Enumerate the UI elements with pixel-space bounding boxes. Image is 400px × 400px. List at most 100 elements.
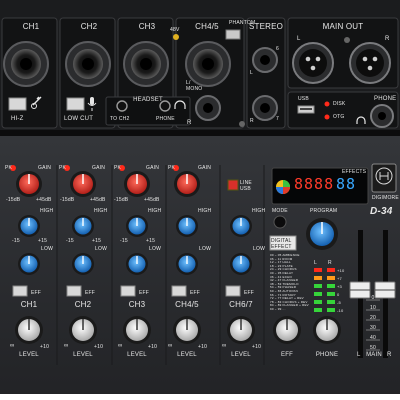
level-knob-ch45[interactable] [173,316,201,344]
gain-min-ch2: -15dB [60,197,75,203]
pk-label-ch2: PK [59,165,67,171]
main-out-left-xlr[interactable] [292,42,334,84]
high-label-ch45: HIGH [198,208,212,214]
hiz-label: HI-Z [11,116,24,122]
headset-label: HEADSET [133,97,163,103]
gain-label-ch45: GAIN [198,165,212,171]
level-max-ch67: +10 [252,344,262,350]
ch3-combo-jack[interactable] [123,41,169,87]
eff-label-ch3: EFF [139,290,150,296]
ch1-combo-jack[interactable] [3,41,49,87]
eq-min-ch2: -15 [66,238,74,244]
program-knob[interactable] [306,218,338,250]
phantom-switch[interactable] [225,29,241,40]
low-knob-ch3[interactable] [126,253,148,275]
effect-display-digits: 8888 [294,175,335,193]
ch2-combo-jack[interactable] [65,41,111,87]
phone-level-knob[interactable] [313,316,341,344]
eff-master-knob[interactable] [273,316,301,344]
pk-label-ch3: PK [114,165,122,171]
low-label-ch67: LOW [253,246,265,252]
low-knob-ch2[interactable] [72,253,94,275]
level-knob-ch67[interactable] [227,316,255,344]
eff-label-ch2: EFF [85,290,96,296]
ch1-label: CH1 [20,300,38,309]
level-max-ch2: +10 [94,344,104,350]
level-max-ch45: +10 [198,344,208,350]
main-out-left-label: L [297,36,301,42]
level-min-ch1: ∞ [10,343,15,349]
brand-mark: DIGIMORE [372,195,399,201]
low-label-ch1: LOW [41,246,53,252]
ch45-label: CH4/5 [175,300,199,309]
high-label-ch67: HIGH [252,208,266,214]
ch67-label: CH6/7 [229,300,253,309]
hiz-switch[interactable] [8,97,27,111]
eff-master-label: EFF [281,352,293,358]
level-max-ch3: +10 [148,344,158,350]
phone-out-jack[interactable] [370,104,394,128]
gain-knob-ch1[interactable] [16,171,42,197]
jack7-label: 7 [276,116,279,122]
program-label: PROGRAM [310,208,338,214]
eff-button-ch2[interactable] [66,285,82,297]
stereo-jack-6[interactable] [252,47,278,73]
volt-label: 48V [170,27,180,33]
usb-input-label: USB [240,186,251,192]
high-knob-ch1[interactable] [18,215,40,237]
level-knob-ch1[interactable] [15,316,43,344]
stereo-label: STEREO [248,22,284,31]
fader-scale-label: 10 [370,305,376,311]
usb-label: USB [298,96,309,102]
main-l-label: L [357,352,361,358]
l-mono-label: L/ MONO [186,80,203,92]
level-knob-ch3[interactable] [123,316,151,344]
meter-tick-label: -5 [337,300,341,305]
low-cut-switch[interactable] [66,97,85,111]
high-knob-ch2[interactable] [72,215,94,237]
eff-button-ch1[interactable] [12,285,28,297]
meter-tick-label: +7 [337,276,342,281]
high-knob-ch67[interactable] [230,215,252,237]
eq-max-ch3: +15 [146,238,156,244]
gain-label-ch2: GAIN [92,165,106,171]
line-usb-switch[interactable] [227,179,239,191]
level-min-ch3: ∞ [118,343,123,349]
high-knob-ch45[interactable] [176,215,198,237]
gain-knob-ch45[interactable] [174,171,200,197]
headset-mic-jack[interactable] [116,100,128,112]
low-knob-ch1[interactable] [18,253,40,275]
ch3-rear-label: CH3 [138,22,156,31]
meter-tick-label: 0 [337,292,340,297]
stereo-r-label: R [250,118,254,124]
high-knob-ch3[interactable] [126,215,148,237]
disk-label: DISK [333,101,346,107]
stereo-jack-7[interactable] [252,95,278,121]
main-out-label: MAIN OUT [322,22,364,31]
low-cut-label: LOW CUT [64,116,94,122]
phantom-led [173,34,179,40]
level-label-ch2: LEVEL [73,352,93,358]
jack6-label: 6 [276,46,279,52]
low-knob-ch45[interactable] [176,253,198,275]
ch2-rear-label: CH2 [80,22,98,31]
gain-knob-ch2[interactable] [70,171,96,197]
ch3-label: CH3 [128,300,146,309]
fader-scale-label: 20 [370,315,376,321]
usb-port[interactable] [297,105,315,114]
level-label-ch3: LEVEL [127,352,147,358]
level-knob-ch2[interactable] [69,316,97,344]
meter-l-label: L [314,260,317,266]
gain-knob-ch3[interactable] [124,171,150,197]
gain-min-ch1: -15dB [6,197,21,203]
fader-scale-label: 40 [370,335,376,341]
level-label-ch67: LEVEL [231,352,251,358]
eff-button-ch45[interactable] [171,285,187,297]
low-knob-ch67[interactable] [230,253,252,275]
main-out-right-xlr[interactable] [349,42,391,84]
mode-button[interactable] [273,215,287,229]
eff-button-ch67[interactable] [225,285,241,297]
ch45-right-jack[interactable] [195,95,221,121]
eff-button-ch3[interactable] [120,285,136,297]
level-max-ch1: +10 [40,344,50,350]
